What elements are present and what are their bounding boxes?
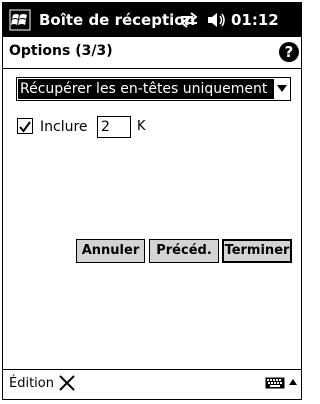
checkmark-icon xyxy=(19,121,31,133)
window-title: Boîte de réception xyxy=(39,11,196,29)
keyboard-icon[interactable] xyxy=(265,377,285,389)
cancel-button[interactable]: Annuler xyxy=(76,239,145,263)
close-icon[interactable] xyxy=(58,374,76,392)
size-unit-label: K xyxy=(137,119,146,134)
windows-flag-icon[interactable] xyxy=(9,9,31,31)
chevron-down-icon[interactable] xyxy=(277,85,287,92)
title-bar: Boîte de réception 01:12 xyxy=(3,3,301,37)
bottom-menu-bar: Édition xyxy=(3,369,301,398)
size-limit-input[interactable]: 2 xyxy=(97,116,131,138)
page-header: Options (3/3) ? xyxy=(3,37,301,67)
sip-menu-arrow-icon[interactable] xyxy=(289,379,297,385)
speaker-icon[interactable] xyxy=(205,11,227,29)
help-icon[interactable]: ? xyxy=(279,42,299,62)
header-divider xyxy=(3,68,301,69)
include-checkbox[interactable] xyxy=(17,118,33,134)
include-label[interactable]: Inclure xyxy=(40,119,88,135)
finish-button[interactable]: Terminer xyxy=(222,239,292,263)
previous-button[interactable]: Précéd. xyxy=(149,239,219,263)
dropdown-selected-value[interactable]: Récupérer les en-têtes uniquement xyxy=(18,79,274,99)
download-option-dropdown[interactable]: Récupérer les en-têtes uniquement xyxy=(16,77,291,101)
sync-arrows-icon[interactable] xyxy=(179,12,199,28)
edit-menu[interactable]: Édition xyxy=(9,376,54,391)
clock[interactable]: 01:12 xyxy=(231,11,279,29)
page-title: Options (3/3) xyxy=(9,43,113,59)
